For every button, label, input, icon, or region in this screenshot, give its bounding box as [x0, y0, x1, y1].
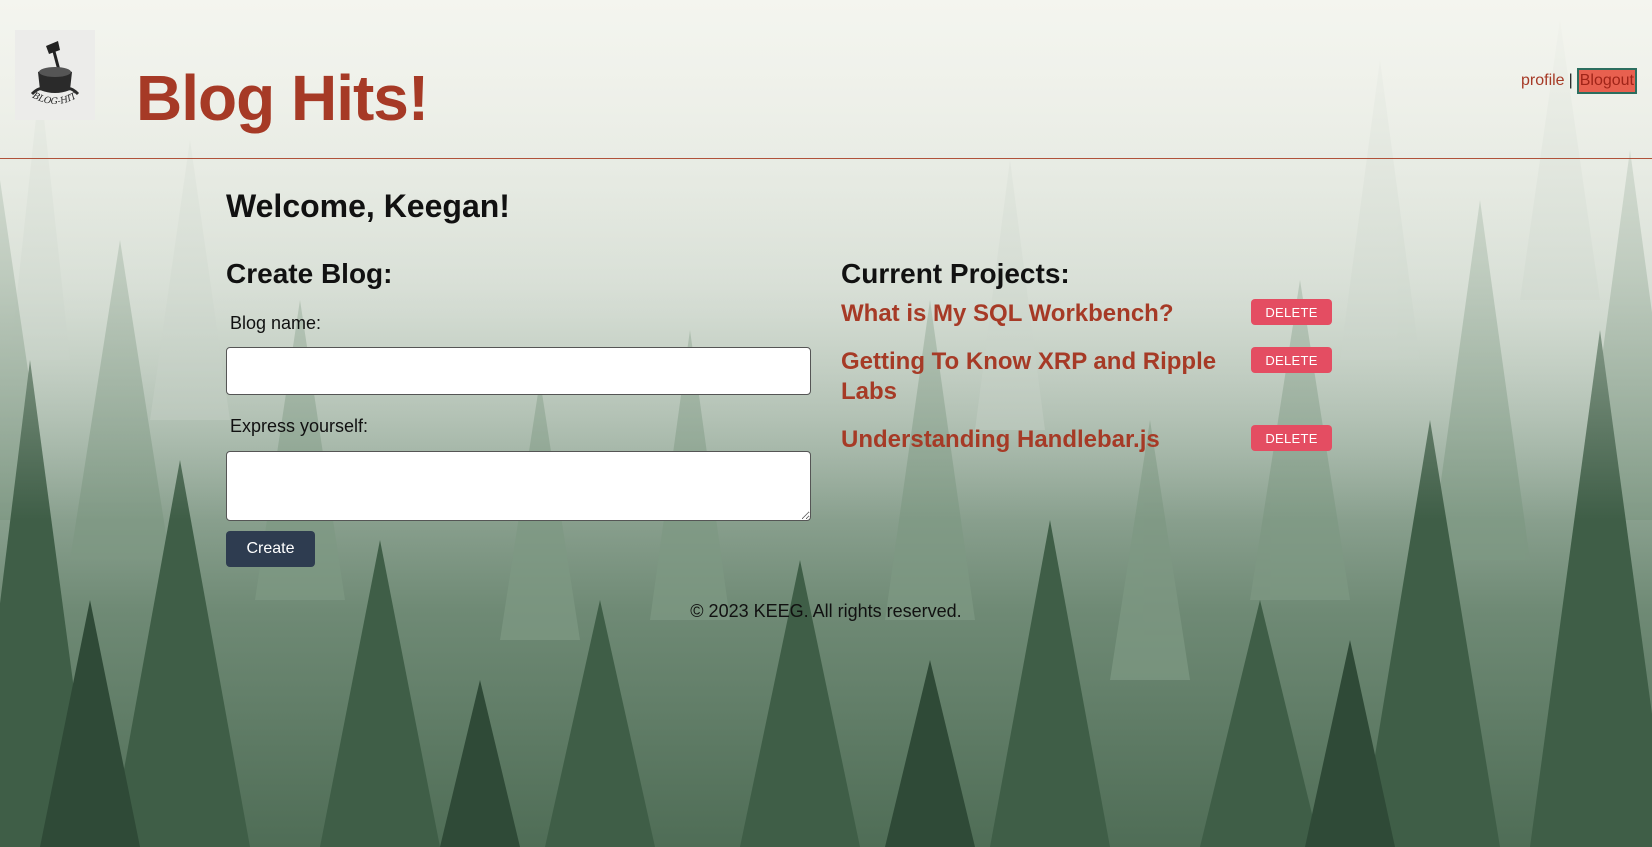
profile-link[interactable]: profile: [1521, 72, 1565, 89]
header-divider: [0, 158, 1652, 159]
create-blog-heading: Create Blog:: [226, 258, 393, 289]
delete-button[interactable]: DELETE: [1251, 425, 1332, 451]
site-title: Blog Hits!: [136, 62, 429, 134]
create-button[interactable]: Create: [226, 531, 315, 567]
project-link[interactable]: Getting To Know XRP and Ripple Labs: [841, 347, 1221, 407]
footer-copyright: © 2023 KEEG. All rights reserved.: [690, 601, 962, 621]
site-logo: BLOG-HITS: [15, 30, 95, 120]
nav-separator: |: [1568, 72, 1573, 89]
logout-button[interactable]: Blogout: [1576, 68, 1637, 94]
current-projects-heading: Current Projects:: [841, 258, 1070, 289]
blog-body-label: Express yourself:: [230, 416, 369, 436]
blog-body-textarea[interactable]: [226, 451, 811, 521]
delete-button[interactable]: DELETE: [1251, 299, 1332, 325]
welcome-heading: Welcome, Keegan!: [226, 188, 510, 224]
delete-button[interactable]: DELETE: [1251, 347, 1332, 373]
project-link[interactable]: Understanding Handlebar.js: [841, 425, 1221, 455]
axe-in-stump-icon: BLOG-HITS: [24, 38, 79, 107]
project-link[interactable]: What is My SQL Workbench?: [841, 299, 1221, 329]
top-nav: profile | Blogout: [1521, 68, 1637, 94]
blog-name-label: Blog name:: [230, 313, 322, 333]
blog-name-input[interactable]: [226, 347, 811, 395]
